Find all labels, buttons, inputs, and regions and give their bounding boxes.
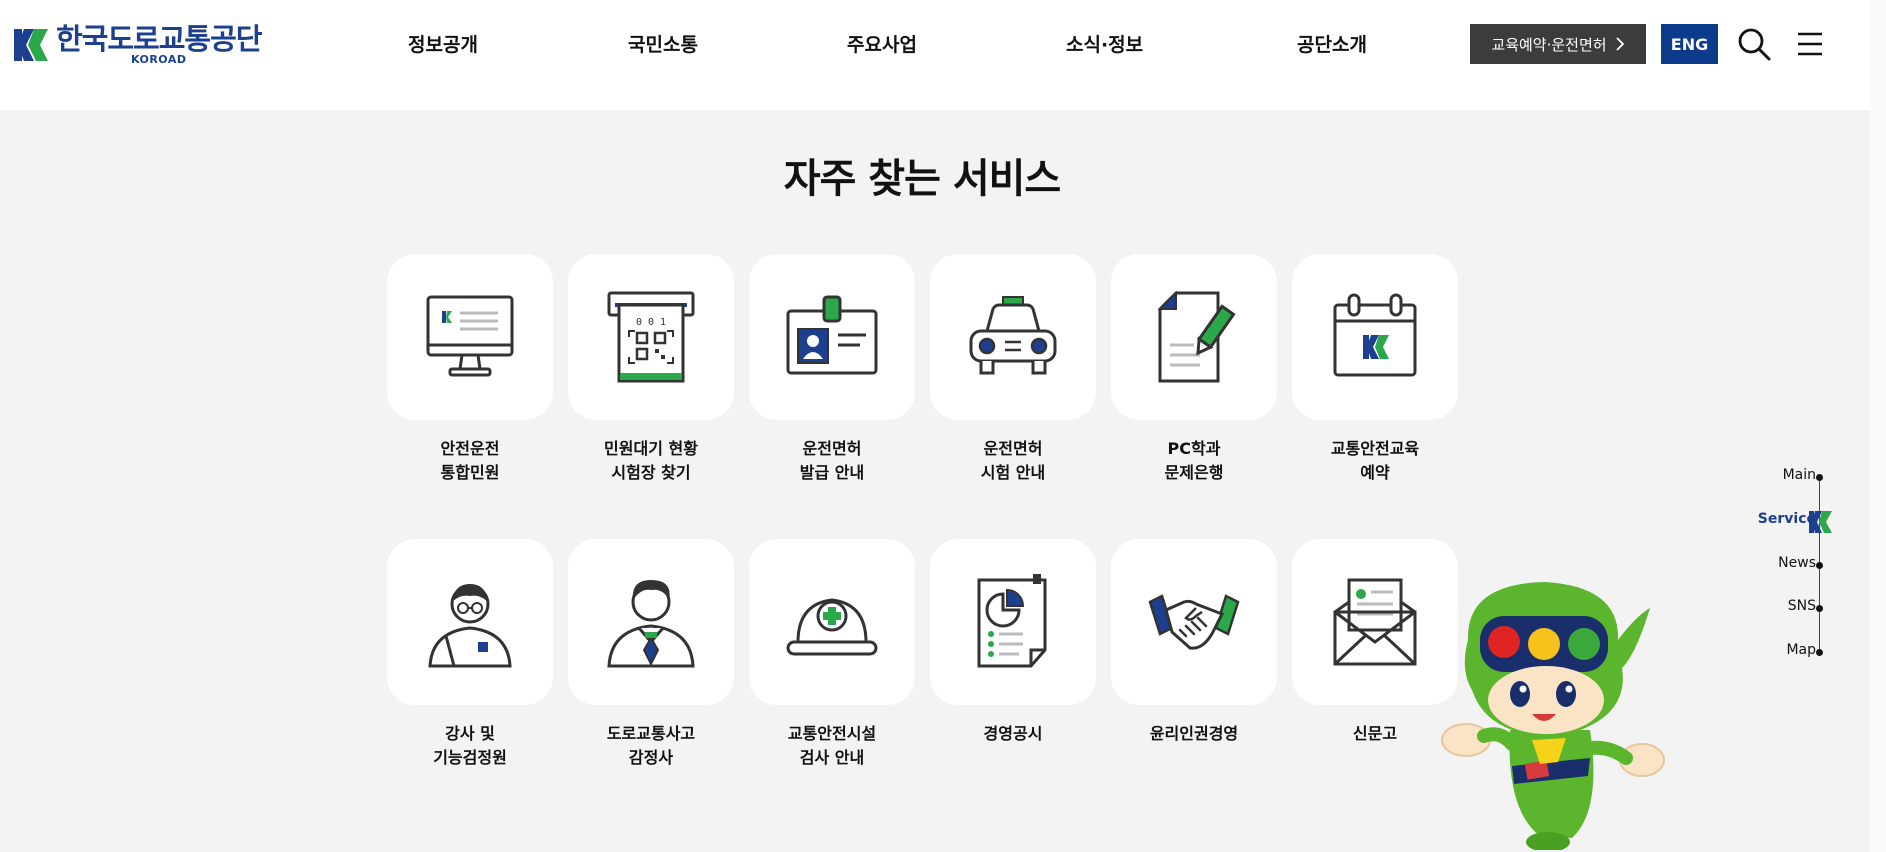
service-instructor-examiner[interactable]: 강사 및 기능검정원 <box>387 539 553 770</box>
nav-item-communication[interactable]: 국민소통 <box>628 30 698 57</box>
helmet-icon <box>786 598 878 656</box>
english-button-label: ENG <box>1670 34 1709 54</box>
koroad-logo[interactable]: 한국도로교통공단 KOROAD <box>14 22 262 66</box>
service-label: 안전운전 통합민원 <box>440 439 500 482</box>
section-title: 자주 찾는 서비스 <box>783 156 1061 202</box>
hamburger-menu-icon[interactable] <box>1792 26 1828 62</box>
chevron-right-icon <box>1615 37 1624 51</box>
service-safety-education[interactable]: 교통안전교육 예약 <box>1292 254 1458 485</box>
english-button[interactable]: ENG <box>1661 24 1718 64</box>
side-nav-sns[interactable]: SNS <box>1788 598 1816 614</box>
search-icon[interactable] <box>1736 26 1772 62</box>
service-ethics-management[interactable]: 윤리인권경영 <box>1111 539 1277 746</box>
handshake-icon <box>1148 594 1240 650</box>
frequent-services-section: 자주 찾는 서비스 안전운전 통합민원 0 0 1 민원대기 현황 시험장 찾기… <box>0 110 1870 852</box>
side-nav-dot <box>1816 649 1823 656</box>
nav-item-news-info[interactable]: 소식·정보 <box>1066 30 1143 57</box>
service-label: 경영공시 <box>983 724 1043 743</box>
service-label: 운전면허 발급 안내 <box>799 439 865 482</box>
site-header: 한국도로교통공단 KOROAD 정보공개 국민소통 주요사업 소식·정보 공단소… <box>0 0 1870 110</box>
edu-license-button[interactable]: 교육예약·운전면허 <box>1470 24 1646 64</box>
service-accident-appraiser[interactable]: 도로교통사고 감정사 <box>568 539 734 770</box>
side-nav-news[interactable]: News <box>1778 555 1816 571</box>
svg-text:0 0 1: 0 0 1 <box>636 317 666 328</box>
service-label: 민원대기 현황 시험장 찾기 <box>604 439 698 482</box>
service-safe-driving-civil[interactable]: 안전운전 통합민원 <box>387 254 553 485</box>
service-label: 교통안전교육 예약 <box>1330 439 1420 482</box>
instructor-icon <box>428 584 512 668</box>
service-management-disclosure[interactable]: 경영공시 <box>930 539 1096 746</box>
service-label: 강사 및 기능검정원 <box>433 724 507 767</box>
side-nav-dot <box>1816 562 1823 569</box>
businessman-icon <box>607 580 695 668</box>
service-label: PC학과 문제은행 <box>1164 439 1224 482</box>
envelope-icon <box>1333 578 1417 666</box>
logo-korean-name: 한국도로교통공단 <box>56 22 262 56</box>
side-nav-dot <box>1816 474 1823 481</box>
koroad-k-indicator-icon <box>1809 511 1832 533</box>
nav-item-info-disclosure[interactable]: 정보공개 <box>408 30 478 57</box>
service-queue-status[interactable]: 0 0 1 민원대기 현황 시험장 찾기 <box>568 254 734 485</box>
mascot-traffic-light-character <box>1441 582 1665 850</box>
service-label: 신문고 <box>1352 724 1398 743</box>
service-pc-question-bank[interactable]: PC학과 문제은행 <box>1111 254 1277 485</box>
side-nav-map[interactable]: Map <box>1786 642 1816 658</box>
edu-license-button-label: 교육예약·운전면허 <box>1491 35 1607 54</box>
queue-ticket-icon: 0 0 1 <box>607 291 695 383</box>
document-pen-icon <box>1157 290 1236 383</box>
service-license-test[interactable]: 운전면허 시험 안내 <box>930 254 1096 485</box>
monitor-icon <box>426 295 514 377</box>
side-nav-main[interactable]: Main <box>1783 467 1816 483</box>
service-license-issuance[interactable]: 운전면허 발급 안내 <box>749 254 915 485</box>
nav-item-major-projects[interactable]: 주요사업 <box>847 30 917 57</box>
service-label: 운전면허 시험 안내 <box>980 439 1046 482</box>
nav-item-about[interactable]: 공단소개 <box>1297 30 1367 57</box>
service-sinmungo[interactable]: 신문고 <box>1292 539 1458 746</box>
calendar-icon <box>1333 293 1417 377</box>
service-label: 교통안전시설 검사 안내 <box>787 724 877 767</box>
car-icon <box>969 296 1057 375</box>
report-chart-icon <box>977 574 1047 668</box>
side-nav-dot <box>1816 605 1823 612</box>
service-facility-inspection[interactable]: 교통안전시설 검사 안내 <box>749 539 915 770</box>
page-scrollbar[interactable] <box>1870 0 1886 852</box>
koroad-k-logo-icon <box>14 29 48 61</box>
service-label: 도로교통사고 감정사 <box>606 724 696 767</box>
logo-english-name: KOROAD <box>130 53 187 66</box>
id-card-icon <box>786 295 878 375</box>
service-label: 윤리인권경영 <box>1149 724 1239 743</box>
